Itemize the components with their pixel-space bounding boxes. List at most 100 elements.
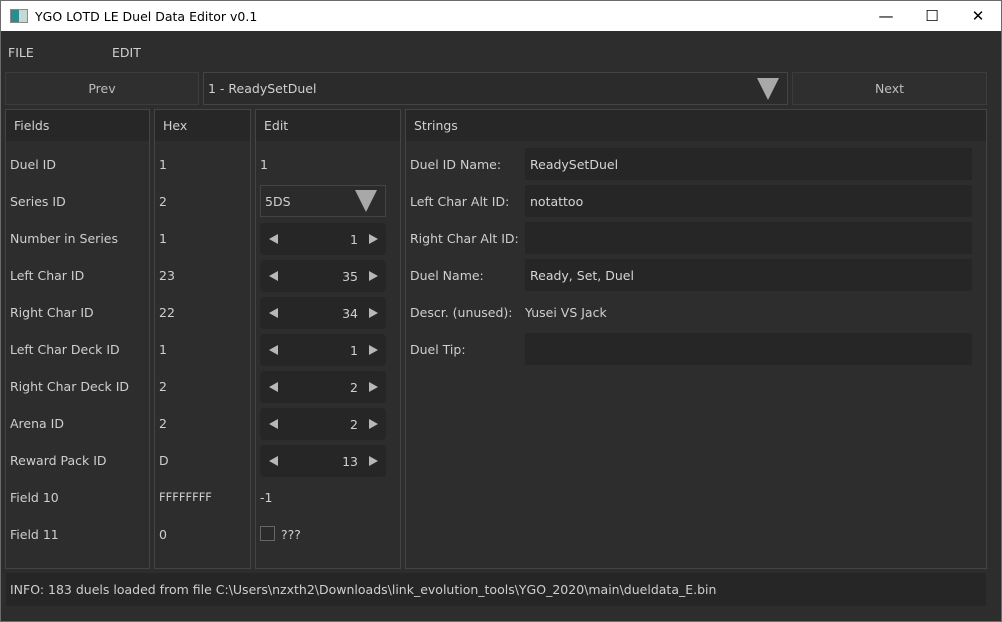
minimize-icon: — [878, 7, 894, 25]
descr-label: Descr. (unused): [410, 305, 513, 320]
increment-arrow-icon[interactable] [369, 456, 378, 466]
hex-value: FFFFFFFF [159, 490, 212, 504]
duel-name-input[interactable]: Ready, Set, Duel [525, 259, 972, 291]
decrement-arrow-icon[interactable] [269, 345, 278, 355]
spinner-value[interactable]: 34 [278, 306, 358, 321]
title-bar: YGO LOTD LE Duel Data Editor v0.1 — ☐ ✕ [1, 1, 1001, 31]
close-icon: ✕ [971, 7, 985, 25]
right-char-id-spinner[interactable]: 34 [260, 297, 386, 329]
left-char-deck-id-spinner[interactable]: 1 [260, 334, 386, 366]
maximize-icon: ☐ [925, 7, 939, 25]
increment-arrow-icon[interactable] [369, 382, 378, 392]
field-label: Left Char ID [10, 268, 85, 283]
edit-panel: Edit 1 5DS 1 35 34 1 2 2 13 -1 ??? [255, 109, 401, 569]
edit-header: Edit [256, 110, 400, 141]
spinner-value[interactable]: 1 [278, 343, 358, 358]
status-text: INFO: 183 duels loaded from file C:\User… [10, 582, 717, 597]
duel-id-name-input[interactable]: ReadySetDuel [525, 148, 972, 180]
field-label: Arena ID [10, 416, 64, 431]
hex-value: 2 [159, 416, 167, 431]
duel-id-name-label: Duel ID Name: [410, 157, 502, 172]
duel-tip-label: Duel Tip: [410, 342, 466, 357]
increment-arrow-icon[interactable] [369, 271, 378, 281]
decrement-arrow-icon[interactable] [269, 234, 278, 244]
increment-arrow-icon[interactable] [369, 234, 378, 244]
decrement-arrow-icon[interactable] [269, 271, 278, 281]
number-in-series-spinner[interactable]: 1 [260, 223, 386, 255]
series-id-value: 5DS [265, 193, 291, 209]
field-label: Duel ID [10, 157, 56, 172]
hex-value: 23 [159, 268, 175, 283]
duel-select-value: 1 - ReadySetDuel [208, 81, 317, 96]
menu-file[interactable]: FILE [8, 45, 34, 60]
status-bar: INFO: 183 duels loaded from file C:\User… [6, 573, 986, 606]
decrement-arrow-icon[interactable] [269, 382, 278, 392]
hex-value: D [159, 453, 169, 468]
field11-checkbox-label[interactable]: ??? [281, 527, 301, 542]
descr-value: Yusei VS Jack [525, 305, 607, 320]
decrement-arrow-icon[interactable] [269, 419, 278, 429]
next-button[interactable]: Next [792, 72, 987, 105]
field-label: Reward Pack ID [10, 453, 107, 468]
duel-id-value: 1 [260, 157, 268, 172]
hex-value: 2 [159, 194, 167, 209]
duel-name-label: Duel Name: [410, 268, 484, 283]
hex-panel: Hex 1 2 1 23 22 1 2 2 D FFFFFFFF 0 [154, 109, 251, 569]
decrement-arrow-icon[interactable] [269, 456, 278, 466]
strings-panel: Strings Duel ID Name: ReadySetDuel Left … [405, 109, 987, 569]
close-button[interactable]: ✕ [955, 1, 1001, 31]
minimize-button[interactable]: — [863, 1, 909, 31]
right-char-alt-label: Right Char Alt ID: [410, 231, 519, 246]
chevron-down-icon [757, 77, 779, 100]
spinner-value[interactable]: 13 [278, 454, 358, 469]
increment-arrow-icon[interactable] [369, 419, 378, 429]
duel-name-value: Ready, Set, Duel [530, 267, 634, 283]
duel-tip-input[interactable] [525, 333, 972, 365]
duel-select[interactable]: 1 - ReadySetDuel [203, 72, 788, 105]
arena-id-spinner[interactable]: 2 [260, 408, 386, 440]
hex-value: 0 [159, 527, 167, 542]
window-title: YGO LOTD LE Duel Data Editor v0.1 [35, 8, 258, 24]
field11-checkbox[interactable] [260, 526, 275, 541]
fields-header: Fields [6, 110, 149, 141]
right-char-deck-id-spinner[interactable]: 2 [260, 371, 386, 403]
series-id-select[interactable]: 5DS [260, 185, 386, 217]
spinner-value[interactable]: 35 [278, 269, 358, 284]
hex-header: Hex [155, 110, 250, 141]
field-label: Series ID [10, 194, 66, 209]
left-char-id-spinner[interactable]: 35 [260, 260, 386, 292]
left-char-alt-input[interactable]: notattoo [525, 185, 972, 217]
hex-value: 1 [159, 157, 167, 172]
next-label: Next [874, 81, 905, 96]
hex-value: 1 [159, 342, 167, 357]
increment-arrow-icon[interactable] [369, 308, 378, 318]
prev-label: Prev [88, 81, 116, 96]
duel-id-name-value: ReadySetDuel [530, 156, 619, 172]
field-label: Number in Series [10, 231, 118, 246]
spinner-value[interactable]: 1 [278, 232, 358, 247]
field-label: Right Char ID [10, 305, 94, 320]
menu-bar: FILE EDIT [1, 31, 1001, 69]
app-icon [10, 9, 28, 23]
left-char-alt-value: notattoo [530, 193, 584, 209]
right-char-alt-input[interactable] [525, 222, 972, 254]
menu-edit[interactable]: EDIT [112, 45, 141, 60]
hex-value: 2 [159, 379, 167, 394]
chevron-down-icon [355, 190, 377, 212]
field10-value: -1 [260, 490, 273, 505]
strings-header: Strings [406, 110, 986, 141]
fields-panel: Fields Duel ID Series ID Number in Serie… [5, 109, 150, 569]
field-label: Field 11 [10, 527, 59, 542]
field-label: Left Char Deck ID [10, 342, 120, 357]
spinner-value[interactable]: 2 [278, 380, 358, 395]
hex-value: 1 [159, 231, 167, 246]
decrement-arrow-icon[interactable] [269, 308, 278, 318]
spinner-value[interactable]: 2 [278, 417, 358, 432]
prev-button[interactable]: Prev [5, 72, 199, 105]
field-label: Right Char Deck ID [10, 379, 130, 394]
maximize-button[interactable]: ☐ [909, 1, 955, 31]
left-char-alt-label: Left Char Alt ID: [410, 194, 510, 209]
hex-value: 22 [159, 305, 175, 320]
reward-pack-id-spinner[interactable]: 13 [260, 445, 386, 477]
increment-arrow-icon[interactable] [369, 345, 378, 355]
